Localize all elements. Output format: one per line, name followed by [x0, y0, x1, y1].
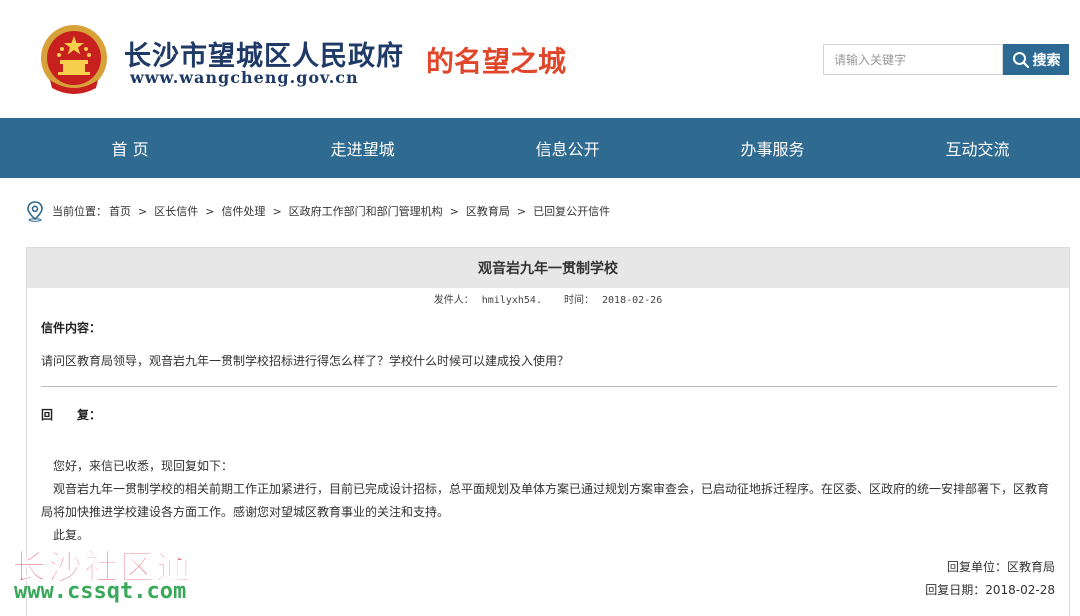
letter-meta: 发件人： hmilyxh54. 时间： 2018-02-26 — [27, 291, 1069, 306]
site-name-en[interactable]: www.wangcheng.gov.cn — [130, 68, 359, 87]
letter-time: 2018-02-26 — [602, 295, 663, 306]
reply-label: 回 复： — [41, 408, 102, 422]
nav-item-interaction[interactable]: 互动交流 — [875, 118, 1080, 178]
watermark-url: www.cssqt.com — [14, 579, 187, 604]
reply-unit: 回复单位：区教育局 — [946, 560, 1055, 574]
breadcrumb-separator: > — [449, 204, 459, 218]
breadcrumb-item-mayor-mail[interactable]: 区长信件 — [154, 203, 198, 219]
location-pin-icon — [27, 201, 43, 222]
reply-date: 回复日期：2018-02-28 — [925, 583, 1055, 597]
breadcrumb-separator: > — [272, 204, 282, 218]
breadcrumb-separator: > — [516, 204, 527, 218]
main-nav: 首 页 走进望城 信息公开 办事服务 互动交流 — [0, 118, 1080, 178]
nav-item-services[interactable]: 办事服务 — [670, 118, 875, 178]
reply-body: 您好，来信已收悉，现回复如下： 观音岩九年一贯制学校的相关前期工作正加紧进行，目… — [41, 455, 1057, 547]
time-label: 时间： — [564, 295, 595, 306]
breadcrumb-item-replied-letters[interactable]: 已回复公开信件 — [533, 203, 610, 219]
letter-title: 观音岩九年一贯制学校 — [27, 248, 1069, 288]
breadcrumb-separator: > — [138, 204, 148, 218]
nav-item-about[interactable]: 走进望城 — [260, 118, 465, 178]
divider — [41, 386, 1057, 387]
nav-item-home[interactable]: 首 页 — [0, 118, 260, 178]
letter-content: 请问区教育局领导，观音岩九年一贯制学校招标进行得怎么样了？学校什么时候可以建成投… — [41, 354, 570, 368]
slogan-banner: 的名望之城 — [426, 45, 567, 78]
sender-name: hmilyxh54. — [481, 295, 542, 306]
reply-text: 观音岩九年一贯制学校的相关前期工作正加紧进行，目前已完成设计招标，总平面规划及单… — [41, 482, 1050, 519]
reply-greeting: 您好，来信已收悉，现回复如下： — [53, 459, 234, 473]
site-header: 长沙市望城区人民政府 www.wangcheng.gov.cn 的名望之城 搜索 — [0, 0, 1080, 118]
search-button[interactable]: 搜索 — [1003, 44, 1069, 75]
breadcrumb-item-departments[interactable]: 区政府工作部门和部门管理机构 — [289, 203, 443, 219]
sender-label: 发件人： — [433, 295, 474, 306]
breadcrumb-item-home[interactable]: 首页 — [109, 203, 131, 219]
breadcrumb-item-mail-processing[interactable]: 信件处理 — [221, 203, 265, 219]
breadcrumb: 当前位置： 首页 > 区长信件 > 信件处理 > 区政府工作部门和部门管理机构 … — [24, 200, 610, 222]
national-emblem-icon — [41, 25, 107, 94]
reply-closing: 此复。 — [53, 528, 90, 542]
breadcrumb-label: 当前位置： — [52, 205, 107, 218]
breadcrumb-item-education-bureau[interactable]: 区教育局 — [466, 203, 510, 219]
breadcrumb-separator: > — [205, 204, 215, 218]
content-label: 信件内容： — [41, 321, 102, 335]
search-input[interactable] — [823, 44, 1003, 75]
search-icon — [1012, 51, 1029, 68]
nav-item-info-disclosure[interactable]: 信息公开 — [465, 118, 670, 178]
search-button-label: 搜索 — [1032, 52, 1061, 69]
